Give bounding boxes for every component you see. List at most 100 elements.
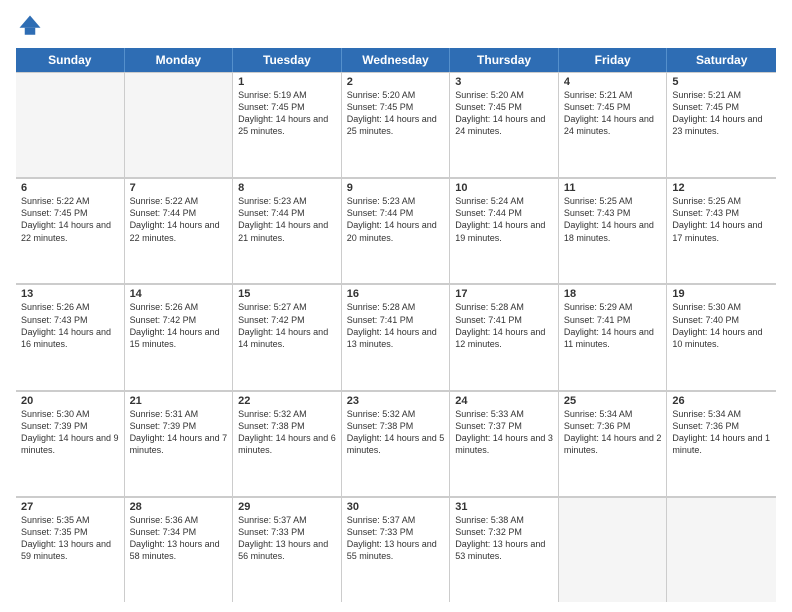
empty-cell (559, 498, 668, 602)
page-header (16, 12, 776, 40)
day-number: 25 (564, 395, 662, 407)
day-content: Sunrise: 5:25 AM Sunset: 7:43 PM Dayligh… (564, 195, 662, 244)
calendar-week-4: 20Sunrise: 5:30 AM Sunset: 7:39 PM Dayli… (16, 391, 776, 497)
day-header-friday: Friday (559, 48, 668, 72)
empty-cell (16, 73, 125, 177)
day-content: Sunrise: 5:21 AM Sunset: 7:45 PM Dayligh… (564, 89, 662, 138)
day-content: Sunrise: 5:22 AM Sunset: 7:44 PM Dayligh… (130, 195, 228, 244)
day-cell-7: 7Sunrise: 5:22 AM Sunset: 7:44 PM Daylig… (125, 179, 234, 283)
day-number: 27 (21, 501, 119, 513)
day-content: Sunrise: 5:25 AM Sunset: 7:43 PM Dayligh… (672, 195, 771, 244)
day-cell-17: 17Sunrise: 5:28 AM Sunset: 7:41 PM Dayli… (450, 285, 559, 389)
day-content: Sunrise: 5:34 AM Sunset: 7:36 PM Dayligh… (564, 408, 662, 457)
day-content: Sunrise: 5:19 AM Sunset: 7:45 PM Dayligh… (238, 89, 336, 138)
day-number: 30 (347, 501, 445, 513)
day-content: Sunrise: 5:21 AM Sunset: 7:45 PM Dayligh… (672, 89, 771, 138)
day-number: 22 (238, 395, 336, 407)
day-cell-21: 21Sunrise: 5:31 AM Sunset: 7:39 PM Dayli… (125, 392, 234, 496)
day-cell-30: 30Sunrise: 5:37 AM Sunset: 7:33 PM Dayli… (342, 498, 451, 602)
day-cell-31: 31Sunrise: 5:38 AM Sunset: 7:32 PM Dayli… (450, 498, 559, 602)
day-content: Sunrise: 5:37 AM Sunset: 7:33 PM Dayligh… (238, 514, 336, 563)
day-number: 16 (347, 288, 445, 300)
day-number: 6 (21, 182, 119, 194)
day-content: Sunrise: 5:31 AM Sunset: 7:39 PM Dayligh… (130, 408, 228, 457)
day-content: Sunrise: 5:37 AM Sunset: 7:33 PM Dayligh… (347, 514, 445, 563)
day-content: Sunrise: 5:33 AM Sunset: 7:37 PM Dayligh… (455, 408, 553, 457)
day-content: Sunrise: 5:20 AM Sunset: 7:45 PM Dayligh… (455, 89, 553, 138)
day-cell-11: 11Sunrise: 5:25 AM Sunset: 7:43 PM Dayli… (559, 179, 668, 283)
day-number: 31 (455, 501, 553, 513)
day-content: Sunrise: 5:23 AM Sunset: 7:44 PM Dayligh… (347, 195, 445, 244)
day-cell-24: 24Sunrise: 5:33 AM Sunset: 7:37 PM Dayli… (450, 392, 559, 496)
day-content: Sunrise: 5:29 AM Sunset: 7:41 PM Dayligh… (564, 301, 662, 350)
day-number: 14 (130, 288, 228, 300)
day-cell-23: 23Sunrise: 5:32 AM Sunset: 7:38 PM Dayli… (342, 392, 451, 496)
day-number: 28 (130, 501, 228, 513)
day-number: 21 (130, 395, 228, 407)
day-number: 8 (238, 182, 336, 194)
day-content: Sunrise: 5:28 AM Sunset: 7:41 PM Dayligh… (347, 301, 445, 350)
empty-cell (667, 498, 776, 602)
day-cell-6: 6Sunrise: 5:22 AM Sunset: 7:45 PM Daylig… (16, 179, 125, 283)
empty-cell (125, 73, 234, 177)
day-header-saturday: Saturday (667, 48, 776, 72)
calendar-week-1: 1Sunrise: 5:19 AM Sunset: 7:45 PM Daylig… (16, 72, 776, 178)
day-header-thursday: Thursday (450, 48, 559, 72)
day-number: 12 (672, 182, 771, 194)
day-number: 24 (455, 395, 553, 407)
day-content: Sunrise: 5:35 AM Sunset: 7:35 PM Dayligh… (21, 514, 119, 563)
day-number: 26 (672, 395, 771, 407)
day-content: Sunrise: 5:32 AM Sunset: 7:38 PM Dayligh… (238, 408, 336, 457)
day-content: Sunrise: 5:28 AM Sunset: 7:41 PM Dayligh… (455, 301, 553, 350)
day-number: 3 (455, 76, 553, 88)
day-cell-18: 18Sunrise: 5:29 AM Sunset: 7:41 PM Dayli… (559, 285, 668, 389)
calendar: SundayMondayTuesdayWednesdayThursdayFrid… (16, 48, 776, 602)
day-number: 1 (238, 76, 336, 88)
day-cell-9: 9Sunrise: 5:23 AM Sunset: 7:44 PM Daylig… (342, 179, 451, 283)
day-cell-20: 20Sunrise: 5:30 AM Sunset: 7:39 PM Dayli… (16, 392, 125, 496)
logo-icon (16, 12, 44, 40)
calendar-week-2: 6Sunrise: 5:22 AM Sunset: 7:45 PM Daylig… (16, 178, 776, 284)
day-header-tuesday: Tuesday (233, 48, 342, 72)
day-cell-8: 8Sunrise: 5:23 AM Sunset: 7:44 PM Daylig… (233, 179, 342, 283)
day-number: 2 (347, 76, 445, 88)
day-content: Sunrise: 5:36 AM Sunset: 7:34 PM Dayligh… (130, 514, 228, 563)
day-header-wednesday: Wednesday (342, 48, 451, 72)
logo (16, 12, 48, 40)
calendar-week-5: 27Sunrise: 5:35 AM Sunset: 7:35 PM Dayli… (16, 497, 776, 602)
calendar-body: 1Sunrise: 5:19 AM Sunset: 7:45 PM Daylig… (16, 72, 776, 602)
day-cell-29: 29Sunrise: 5:37 AM Sunset: 7:33 PM Dayli… (233, 498, 342, 602)
day-number: 11 (564, 182, 662, 194)
day-cell-16: 16Sunrise: 5:28 AM Sunset: 7:41 PM Dayli… (342, 285, 451, 389)
day-number: 18 (564, 288, 662, 300)
day-number: 29 (238, 501, 336, 513)
day-number: 7 (130, 182, 228, 194)
day-cell-10: 10Sunrise: 5:24 AM Sunset: 7:44 PM Dayli… (450, 179, 559, 283)
day-cell-22: 22Sunrise: 5:32 AM Sunset: 7:38 PM Dayli… (233, 392, 342, 496)
day-cell-1: 1Sunrise: 5:19 AM Sunset: 7:45 PM Daylig… (233, 73, 342, 177)
day-cell-27: 27Sunrise: 5:35 AM Sunset: 7:35 PM Dayli… (16, 498, 125, 602)
day-number: 20 (21, 395, 119, 407)
calendar-header: SundayMondayTuesdayWednesdayThursdayFrid… (16, 48, 776, 72)
day-cell-15: 15Sunrise: 5:27 AM Sunset: 7:42 PM Dayli… (233, 285, 342, 389)
day-number: 5 (672, 76, 771, 88)
day-number: 4 (564, 76, 662, 88)
day-content: Sunrise: 5:32 AM Sunset: 7:38 PM Dayligh… (347, 408, 445, 457)
day-cell-14: 14Sunrise: 5:26 AM Sunset: 7:42 PM Dayli… (125, 285, 234, 389)
day-cell-5: 5Sunrise: 5:21 AM Sunset: 7:45 PM Daylig… (667, 73, 776, 177)
day-number: 19 (672, 288, 771, 300)
day-number: 10 (455, 182, 553, 194)
day-content: Sunrise: 5:34 AM Sunset: 7:36 PM Dayligh… (672, 408, 771, 457)
day-content: Sunrise: 5:30 AM Sunset: 7:39 PM Dayligh… (21, 408, 119, 457)
day-content: Sunrise: 5:30 AM Sunset: 7:40 PM Dayligh… (672, 301, 771, 350)
day-cell-13: 13Sunrise: 5:26 AM Sunset: 7:43 PM Dayli… (16, 285, 125, 389)
day-content: Sunrise: 5:26 AM Sunset: 7:43 PM Dayligh… (21, 301, 119, 350)
day-content: Sunrise: 5:23 AM Sunset: 7:44 PM Dayligh… (238, 195, 336, 244)
day-cell-25: 25Sunrise: 5:34 AM Sunset: 7:36 PM Dayli… (559, 392, 668, 496)
day-content: Sunrise: 5:38 AM Sunset: 7:32 PM Dayligh… (455, 514, 553, 563)
day-number: 9 (347, 182, 445, 194)
day-content: Sunrise: 5:26 AM Sunset: 7:42 PM Dayligh… (130, 301, 228, 350)
day-number: 15 (238, 288, 336, 300)
day-cell-19: 19Sunrise: 5:30 AM Sunset: 7:40 PM Dayli… (667, 285, 776, 389)
day-header-sunday: Sunday (16, 48, 125, 72)
